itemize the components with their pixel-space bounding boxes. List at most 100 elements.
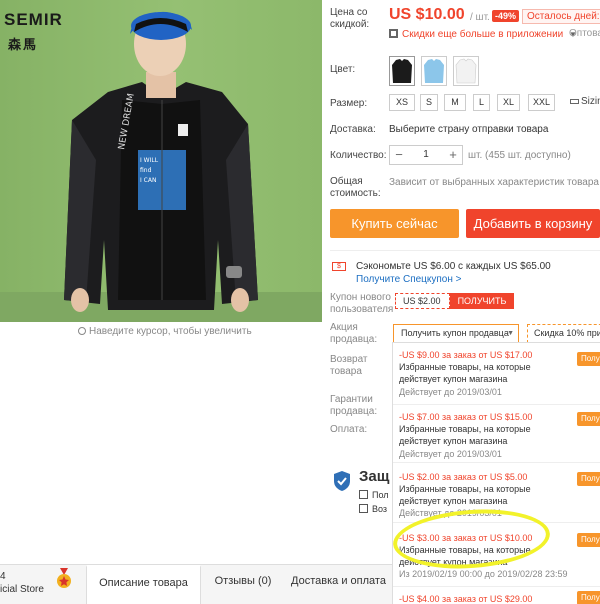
- coupon-get-button[interactable]: Полу: [577, 533, 600, 547]
- size-option-xs[interactable]: XS: [389, 94, 415, 111]
- coupon-amount: -US $4.00 за заказ от US $29.00: [399, 594, 533, 604]
- chevron-down-icon: ▼: [507, 330, 514, 337]
- coupon-icon: $: [332, 262, 346, 271]
- medal-icon: [57, 568, 71, 588]
- new-user-coupon-label: Купон нового пользователя: [330, 292, 393, 316]
- seller-promo-label-line2: продавца:: [330, 334, 378, 345]
- quantity-decrease-button[interactable]: −: [390, 146, 408, 164]
- magnifier-icon: [78, 327, 86, 335]
- coupon-validity: Действует до 2019/03/01: [399, 449, 502, 459]
- coupon-get-button[interactable]: Полу: [577, 352, 600, 366]
- guarantee-label-line1: Гарантии: [330, 394, 373, 405]
- size-chart-text: Sizing: [581, 96, 600, 107]
- store-mark: 4: [0, 571, 6, 582]
- seller-promo-label: Акция продавца:: [330, 322, 377, 346]
- coupon-item[interactable]: -US $9.00 за заказ от US $17.00 Избранны…: [393, 343, 600, 405]
- wholesale-tab[interactable]: Оптовая: [569, 28, 600, 39]
- discount-chip[interactable]: Скидка 10% при: [527, 324, 600, 343]
- checkbox-icon: [359, 504, 368, 513]
- add-to-cart-button[interactable]: Добавить в корзину: [466, 209, 600, 238]
- protection-item-text: Воз: [372, 504, 388, 514]
- quantity-increase-button[interactable]: +: [444, 146, 462, 164]
- quantity-input[interactable]: 1: [408, 146, 444, 164]
- size-option-xl[interactable]: XL: [497, 94, 520, 111]
- seller-coupon-dropdown-label: Получить купон продавца: [401, 328, 509, 338]
- coupon-validity: Действует до 2019/03/01: [399, 387, 502, 397]
- total-label: Общая стоимость:: [330, 176, 381, 200]
- color-label: Цвет:: [330, 64, 356, 75]
- new-user-coupon-label-line2: пользователя: [330, 304, 394, 315]
- returns-label: Возврат товара: [330, 354, 368, 378]
- new-user-coupon-amount: US $2.00: [395, 293, 450, 309]
- size-chart-link[interactable]: Sizing: [570, 96, 600, 107]
- new-user-coupon-label-line1: Купон нового: [330, 292, 391, 303]
- discount-badge: -49%: [492, 10, 520, 22]
- color-swatch-light-blue[interactable]: [421, 56, 447, 86]
- checkbox-icon: [359, 490, 368, 499]
- coupon-get-button[interactable]: Полу: [577, 472, 600, 486]
- seller-coupon-dropdown[interactable]: Получить купон продавца ▼: [393, 324, 519, 343]
- coupon-amount: -US $9.00 за заказ от US $17.00: [399, 350, 533, 360]
- quantity-label: Количество:: [330, 150, 387, 161]
- size-option-l[interactable]: L: [473, 94, 490, 111]
- size-option-xxl[interactable]: XXL: [528, 94, 555, 111]
- coupon-get-button[interactable]: Полу: [577, 412, 600, 426]
- buy-now-button[interactable]: Купить сейчас: [330, 209, 459, 238]
- protection-item-text: Пол: [372, 490, 389, 500]
- app-discount-link[interactable]: Скидки еще больше в приложении ▼: [389, 28, 577, 40]
- coupon-amount: -US $7.00 за заказ от US $15.00: [399, 412, 533, 422]
- black-jacket-icon: [392, 59, 412, 83]
- qr-code-icon: [389, 29, 398, 38]
- price-label-text: Цена со скидкой:: [330, 7, 370, 30]
- guarantee-label-line2: продавца:: [330, 406, 378, 417]
- coupon-desc: Избранные товары, на которые: [399, 484, 531, 494]
- color-swatch-white[interactable]: [453, 56, 479, 86]
- model-illustration: I WILL find I CAN NEW DREAM: [64, 11, 258, 312]
- white-jacket-icon: [455, 58, 477, 84]
- section-divider: [330, 250, 600, 251]
- total-label-line1: Общая: [330, 176, 363, 187]
- coupon-desc: действует купон магазина: [399, 436, 508, 446]
- coupon-desc: действует купон магазина: [399, 374, 508, 384]
- tab-description[interactable]: Описание товара: [86, 565, 201, 604]
- protection-item: Пол: [359, 489, 389, 500]
- returns-label-line1: Возврат: [330, 354, 368, 365]
- price-unit: / шт.: [470, 12, 490, 23]
- product-image[interactable]: I WILL find I CAN NEW DREAM SEMIR 森馬: [0, 0, 322, 322]
- zoom-hint: Наведите курсор, чтобы увеличить: [78, 326, 252, 337]
- coupon-desc: действует купон магазина: [399, 496, 508, 506]
- total-label-line2: стоимость:: [330, 188, 381, 199]
- size-option-s[interactable]: S: [420, 94, 438, 111]
- svg-text:I CAN: I CAN: [140, 177, 156, 184]
- payment-label: Оплата:: [330, 424, 368, 435]
- brand-logo: SEMIR: [4, 10, 63, 29]
- quantity-available: шт. (455 шт. доступно): [468, 150, 571, 161]
- protection-title: Защ: [359, 468, 390, 485]
- coupon-item[interactable]: -US $4.00 за заказ от US $29.00 Полу: [393, 587, 600, 604]
- price-value: US $10.00: [389, 6, 465, 23]
- coupon-item[interactable]: -US $7.00 за заказ от US $15.00 Избранны…: [393, 405, 600, 463]
- tab-shipping[interactable]: Доставка и оплата: [285, 565, 392, 604]
- app-discount-text: Скидки еще больше в приложении: [402, 29, 564, 40]
- coupon-desc: Избранные товары, на которые: [399, 362, 531, 372]
- total-value: Зависит от выбранных характеристик товар…: [389, 177, 599, 188]
- store-name[interactable]: icial Store: [0, 584, 44, 595]
- delivery-label: Доставка:: [330, 124, 376, 135]
- coupon-amount: -US $2.00 за заказ от US $5.00: [399, 472, 528, 482]
- savings-text: Сэкономьте US $6.00 с каждых US $65.00: [356, 261, 551, 272]
- size-label: Размер:: [330, 98, 368, 109]
- coupon-get-button[interactable]: Полу: [577, 591, 600, 604]
- price-label: Цена со скидкой:: [330, 7, 380, 31]
- light-blue-jacket-icon: [424, 59, 444, 83]
- protection-item: Воз: [359, 503, 387, 514]
- special-coupon-link[interactable]: Получите Спецкупон >: [356, 274, 462, 285]
- tab-reviews[interactable]: Отзывы (0): [201, 565, 285, 604]
- color-swatch-black[interactable]: [389, 56, 415, 86]
- new-user-coupon-get-button[interactable]: ПОЛУЧИТЬ: [450, 293, 514, 309]
- coupon-validity: Из 2019/02/19 00:00 до 2019/02/28 23:59: [399, 569, 568, 579]
- delivery-value[interactable]: Выберите страну отправки товара: [389, 124, 548, 136]
- zoom-hint-text: Наведите курсор, чтобы увеличить: [89, 326, 252, 337]
- size-option-m[interactable]: M: [444, 94, 466, 111]
- brand-logo-cn: 森馬: [8, 37, 39, 52]
- returns-label-line2: товара: [330, 366, 362, 377]
